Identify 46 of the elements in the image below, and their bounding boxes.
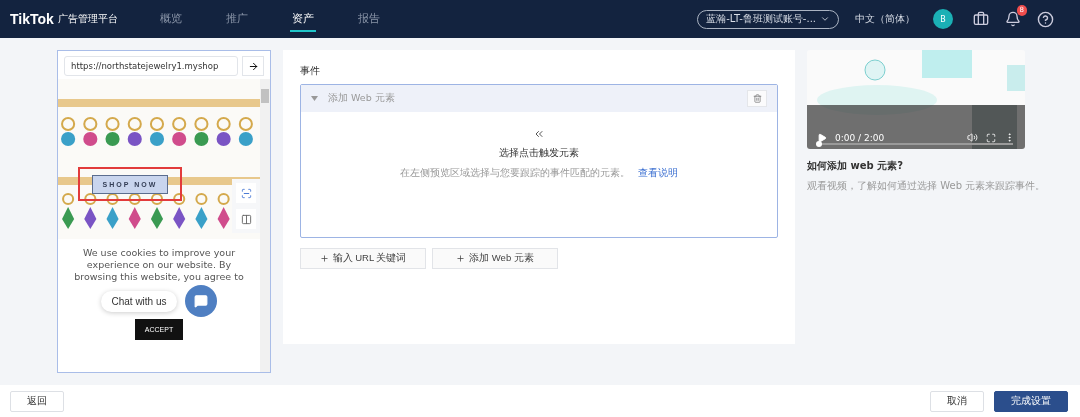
layout-toggle-button[interactable] <box>236 209 256 229</box>
select-element-button[interactable] <box>236 183 256 203</box>
chat-icon <box>193 294 208 308</box>
url-field[interactable]: https://northstatejewelry1.myshop <box>64 56 238 76</box>
nav-tab[interactable]: 资产 <box>289 6 316 32</box>
chat-button[interactable]: Chat with us <box>101 290 177 312</box>
cancel-button[interactable]: 取消 <box>930 390 984 412</box>
back-button[interactable]: 返回 <box>10 390 64 412</box>
video-title: 如何添加 web 元素? <box>807 159 904 173</box>
video-player[interactable]: 0:00 / 2:00 <box>807 50 1025 149</box>
tiktok-logo[interactable]: TikTok <box>10 11 54 27</box>
fullscreen-icon[interactable] <box>986 132 996 143</box>
section-title: 事件 <box>300 64 321 78</box>
video-time: 0:00 / 2:00 <box>835 132 886 143</box>
panel-description: 在左侧预览区域选择与您要跟踪的事件匹配的元素。 查看说明 <box>400 166 678 180</box>
video-description: 观看视频，了解如何通过选择 Web 元素来跟踪事件。 <box>807 179 1047 193</box>
cookie-notice: We use cookies to improve your experience on our website. By browsing this website, you agree to <box>73 247 245 283</box>
help-icon[interactable] <box>1037 10 1054 28</box>
play-icon[interactable] <box>817 132 827 143</box>
scan-icon <box>240 187 252 199</box>
chat-launcher[interactable] <box>184 285 217 317</box>
double-chevron-icon <box>533 128 545 140</box>
arrow-right-icon <box>247 60 259 72</box>
progress-thumb[interactable] <box>816 141 822 147</box>
plus-icon <box>319 254 329 263</box>
briefcase-icon[interactable] <box>973 11 989 27</box>
help-link[interactable]: 查看说明 <box>638 167 678 178</box>
nav-tab[interactable]: 推广 <box>223 6 250 32</box>
caret-icon[interactable] <box>311 96 318 101</box>
finish-button[interactable]: 完成设置 <box>994 390 1068 412</box>
chevron-down-icon <box>820 14 830 24</box>
nav-tab[interactable]: 概览 <box>157 6 184 32</box>
panel-heading: 选择点击触发元素 <box>499 146 579 160</box>
nav-tab[interactable]: 报告 <box>355 6 382 32</box>
go-button[interactable] <box>242 56 264 76</box>
trash-icon <box>752 94 762 103</box>
plus-icon <box>456 254 466 263</box>
platform-name: 广告管理平台 <box>57 12 118 26</box>
volume-icon[interactable] <box>967 132 978 143</box>
panel-title: 添加 Web 元素 <box>328 92 396 105</box>
add-button[interactable]: 输入 URL 关键词 <box>300 248 426 269</box>
scrollbar[interactable] <box>260 79 270 372</box>
add-button[interactable]: 添加 Web 元素 <box>432 248 558 269</box>
notification-icon[interactable] <box>1005 11 1021 27</box>
language-selector[interactable]: 中文（简体） <box>855 12 915 26</box>
columns-icon <box>240 213 252 225</box>
